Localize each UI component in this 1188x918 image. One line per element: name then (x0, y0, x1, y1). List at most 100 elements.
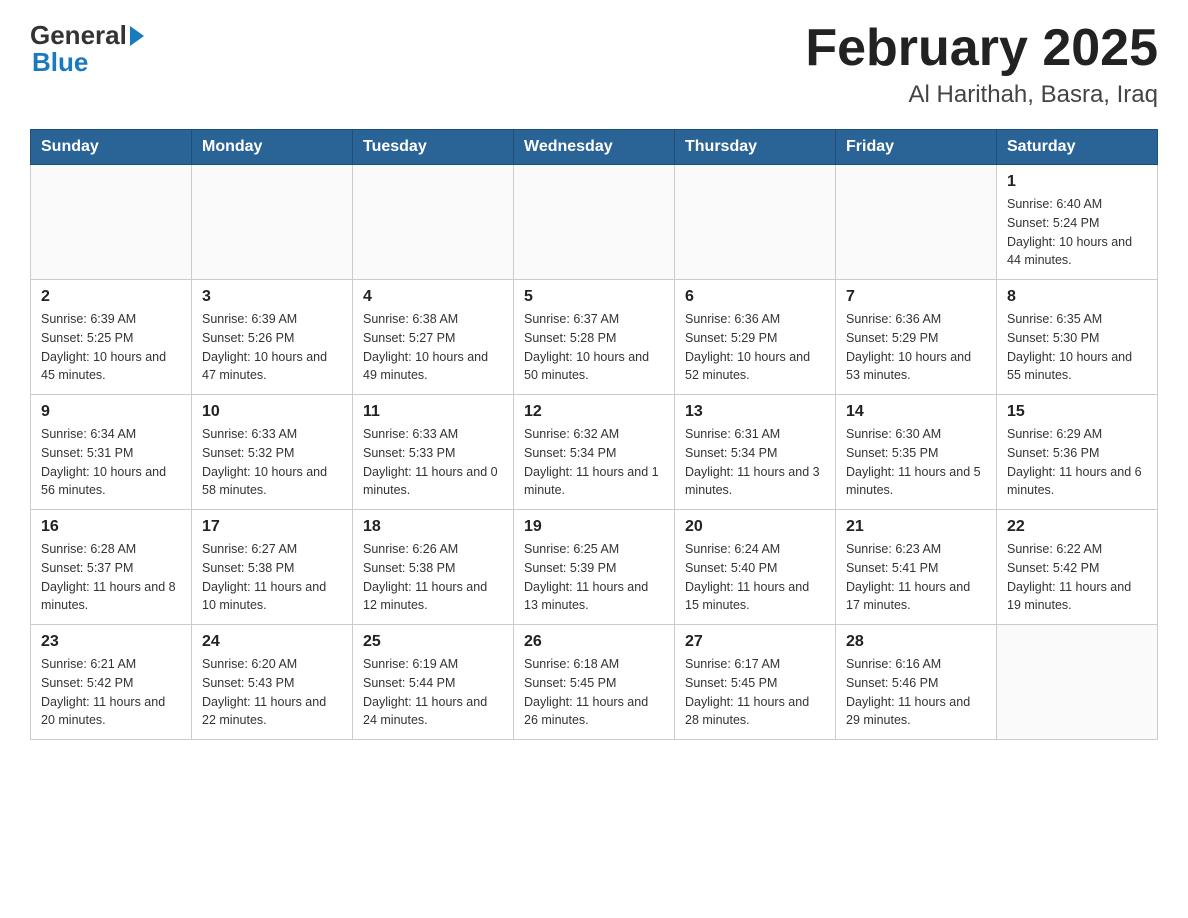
title-section: February 2025 Al Harithah, Basra, Iraq (805, 20, 1158, 109)
day-info: Sunrise: 6:27 AMSunset: 5:38 PMDaylight:… (202, 540, 342, 615)
calendar-day-cell: 20Sunrise: 6:24 AMSunset: 5:40 PMDayligh… (675, 510, 836, 625)
calendar-day-cell: 18Sunrise: 6:26 AMSunset: 5:38 PMDayligh… (353, 510, 514, 625)
day-info: Sunrise: 6:36 AMSunset: 5:29 PMDaylight:… (846, 310, 986, 385)
day-number: 15 (1007, 403, 1147, 421)
day-number: 21 (846, 518, 986, 536)
calendar-day-cell: 5 Sunrise: 6:37 AMSunset: 5:28 PMDaylight… (514, 280, 675, 395)
day-info: Sunrise: 6:17 AMSunset: 5:45 PMDaylight:… (685, 655, 825, 730)
day-info: Sunrise: 6:35 AMSunset: 5:30 PMDaylight:… (1007, 310, 1147, 385)
calendar-day-cell: 4 Sunrise: 6:38 AMSunset: 5:27 PMDaylight… (353, 280, 514, 395)
calendar-day-cell: 28 Sunrise: 6:16 AMSunset: 5:46 PMDayligh… (836, 625, 997, 740)
page-header: General Blue February 2025 Al Harithah, … (30, 20, 1158, 109)
calendar-day-cell: 17 Sunrise: 6:27 AMSunset: 5:38 PMDayligh… (192, 510, 353, 625)
calendar-day-cell: 7 Sunrise: 6:36 AMSunset: 5:29 PMDaylight… (836, 280, 997, 395)
day-number: 5 (524, 288, 664, 306)
day-info: Sunrise: 6:20 AMSunset: 5:43 PMDaylight:… (202, 655, 342, 730)
day-number: 7 (846, 288, 986, 306)
calendar-day-cell: 11Sunrise: 6:33 AMSunset: 5:33 PMDayligh… (353, 395, 514, 510)
day-number: 19 (524, 518, 664, 536)
calendar-week-row: 9 Sunrise: 6:34 AMSunset: 5:31 PMDaylight… (31, 395, 1158, 510)
calendar-day-cell: 6Sunrise: 6:36 AMSunset: 5:29 PMDaylight… (675, 280, 836, 395)
calendar-day-cell: 19Sunrise: 6:25 AMSunset: 5:39 PMDayligh… (514, 510, 675, 625)
calendar-header-row: SundayMondayTuesdayWednesdayThursdayFrid… (31, 130, 1158, 165)
logo-arrow-icon (130, 26, 144, 46)
logo: General Blue (30, 20, 147, 78)
calendar-day-header: Monday (192, 130, 353, 165)
calendar-day-header: Friday (836, 130, 997, 165)
calendar-day-cell: 24 Sunrise: 6:20 AMSunset: 5:43 PMDayligh… (192, 625, 353, 740)
day-info: Sunrise: 6:40 AMSunset: 5:24 PMDaylight:… (1007, 195, 1147, 270)
day-number: 22 (1007, 518, 1147, 536)
calendar-week-row: 2 Sunrise: 6:39 AMSunset: 5:25 PMDaylight… (31, 280, 1158, 395)
calendar-day-cell: 3 Sunrise: 6:39 AMSunset: 5:26 PMDaylight… (192, 280, 353, 395)
day-info: Sunrise: 6:24 AMSunset: 5:40 PMDaylight:… (685, 540, 825, 615)
calendar-week-row: 23 Sunrise: 6:21 AMSunset: 5:42 PMDayligh… (31, 625, 1158, 740)
calendar-day-cell (31, 165, 192, 280)
day-info: Sunrise: 6:21 AMSunset: 5:42 PMDaylight:… (41, 655, 181, 730)
calendar-week-row: 16 Sunrise: 6:28 AMSunset: 5:37 PMDayligh… (31, 510, 1158, 625)
day-number: 4 (363, 288, 503, 306)
day-info: Sunrise: 6:22 AMSunset: 5:42 PMDaylight:… (1007, 540, 1147, 615)
day-number: 3 (202, 288, 342, 306)
day-number: 14 (846, 403, 986, 421)
calendar-day-cell (514, 165, 675, 280)
calendar-day-cell: 12Sunrise: 6:32 AMSunset: 5:34 PMDayligh… (514, 395, 675, 510)
day-info: Sunrise: 6:30 AMSunset: 5:35 PMDaylight:… (846, 425, 986, 500)
day-info: Sunrise: 6:28 AMSunset: 5:37 PMDaylight:… (41, 540, 181, 615)
day-info: Sunrise: 6:37 AMSunset: 5:28 PMDaylight:… (524, 310, 664, 385)
calendar-day-cell: 25 Sunrise: 6:19 AMSunset: 5:44 PMDayligh… (353, 625, 514, 740)
calendar-day-cell: 16 Sunrise: 6:28 AMSunset: 5:37 PMDayligh… (31, 510, 192, 625)
day-number: 2 (41, 288, 181, 306)
day-number: 16 (41, 518, 181, 536)
day-info: Sunrise: 6:29 AMSunset: 5:36 PMDaylight:… (1007, 425, 1147, 500)
day-info: Sunrise: 6:33 AMSunset: 5:32 PMDaylight:… (202, 425, 342, 500)
day-info: Sunrise: 6:19 AMSunset: 5:44 PMDaylight:… (363, 655, 503, 730)
day-number: 13 (685, 403, 825, 421)
day-info: Sunrise: 6:31 AMSunset: 5:34 PMDaylight:… (685, 425, 825, 500)
calendar-day-cell: 14 Sunrise: 6:30 AMSunset: 5:35 PMDayligh… (836, 395, 997, 510)
day-number: 23 (41, 633, 181, 651)
day-info: Sunrise: 6:32 AMSunset: 5:34 PMDaylight:… (524, 425, 664, 500)
calendar-day-cell: 26 Sunrise: 6:18 AMSunset: 5:45 PMDayligh… (514, 625, 675, 740)
calendar-day-cell: 27 Sunrise: 6:17 AMSunset: 5:45 PMDayligh… (675, 625, 836, 740)
day-number: 9 (41, 403, 181, 421)
day-number: 27 (685, 633, 825, 651)
calendar-table: SundayMondayTuesdayWednesdayThursdayFrid… (30, 129, 1158, 740)
calendar-day-cell (836, 165, 997, 280)
calendar-week-row: 1 Sunrise: 6:40 AMSunset: 5:24 PMDaylight… (31, 165, 1158, 280)
day-info: Sunrise: 6:26 AMSunset: 5:38 PMDaylight:… (363, 540, 503, 615)
day-number: 25 (363, 633, 503, 651)
calendar-day-cell: 8 Sunrise: 6:35 AMSunset: 5:30 PMDaylight… (997, 280, 1158, 395)
day-number: 17 (202, 518, 342, 536)
calendar-day-cell: 1 Sunrise: 6:40 AMSunset: 5:24 PMDaylight… (997, 165, 1158, 280)
calendar-day-cell: 15 Sunrise: 6:29 AMSunset: 5:36 PMDayligh… (997, 395, 1158, 510)
day-info: Sunrise: 6:38 AMSunset: 5:27 PMDaylight:… (363, 310, 503, 385)
calendar-day-cell: 2 Sunrise: 6:39 AMSunset: 5:25 PMDaylight… (31, 280, 192, 395)
day-number: 11 (363, 403, 503, 421)
calendar-day-cell (353, 165, 514, 280)
day-info: Sunrise: 6:39 AMSunset: 5:25 PMDaylight:… (41, 310, 181, 385)
calendar-day-cell: 13 Sunrise: 6:31 AMSunset: 5:34 PMDayligh… (675, 395, 836, 510)
calendar-day-header: Tuesday (353, 130, 514, 165)
calendar-day-header: Thursday (675, 130, 836, 165)
day-info: Sunrise: 6:23 AMSunset: 5:41 PMDaylight:… (846, 540, 986, 615)
calendar-day-cell: 23 Sunrise: 6:21 AMSunset: 5:42 PMDayligh… (31, 625, 192, 740)
calendar-day-cell (675, 165, 836, 280)
logo-blue-text: Blue (32, 47, 88, 77)
day-info: Sunrise: 6:34 AMSunset: 5:31 PMDaylight:… (41, 425, 181, 500)
calendar-day-cell: 22 Sunrise: 6:22 AMSunset: 5:42 PMDayligh… (997, 510, 1158, 625)
day-number: 1 (1007, 173, 1147, 191)
day-info: Sunrise: 6:39 AMSunset: 5:26 PMDaylight:… (202, 310, 342, 385)
day-number: 8 (1007, 288, 1147, 306)
day-number: 10 (202, 403, 342, 421)
day-info: Sunrise: 6:18 AMSunset: 5:45 PMDaylight:… (524, 655, 664, 730)
calendar-day-cell: 21 Sunrise: 6:23 AMSunset: 5:41 PMDayligh… (836, 510, 997, 625)
day-info: Sunrise: 6:16 AMSunset: 5:46 PMDaylight:… (846, 655, 986, 730)
day-number: 24 (202, 633, 342, 651)
month-title: February 2025 (805, 20, 1158, 77)
day-number: 26 (524, 633, 664, 651)
calendar-day-header: Wednesday (514, 130, 675, 165)
day-number: 28 (846, 633, 986, 651)
day-number: 6 (685, 288, 825, 306)
calendar-day-cell: 9 Sunrise: 6:34 AMSunset: 5:31 PMDaylight… (31, 395, 192, 510)
